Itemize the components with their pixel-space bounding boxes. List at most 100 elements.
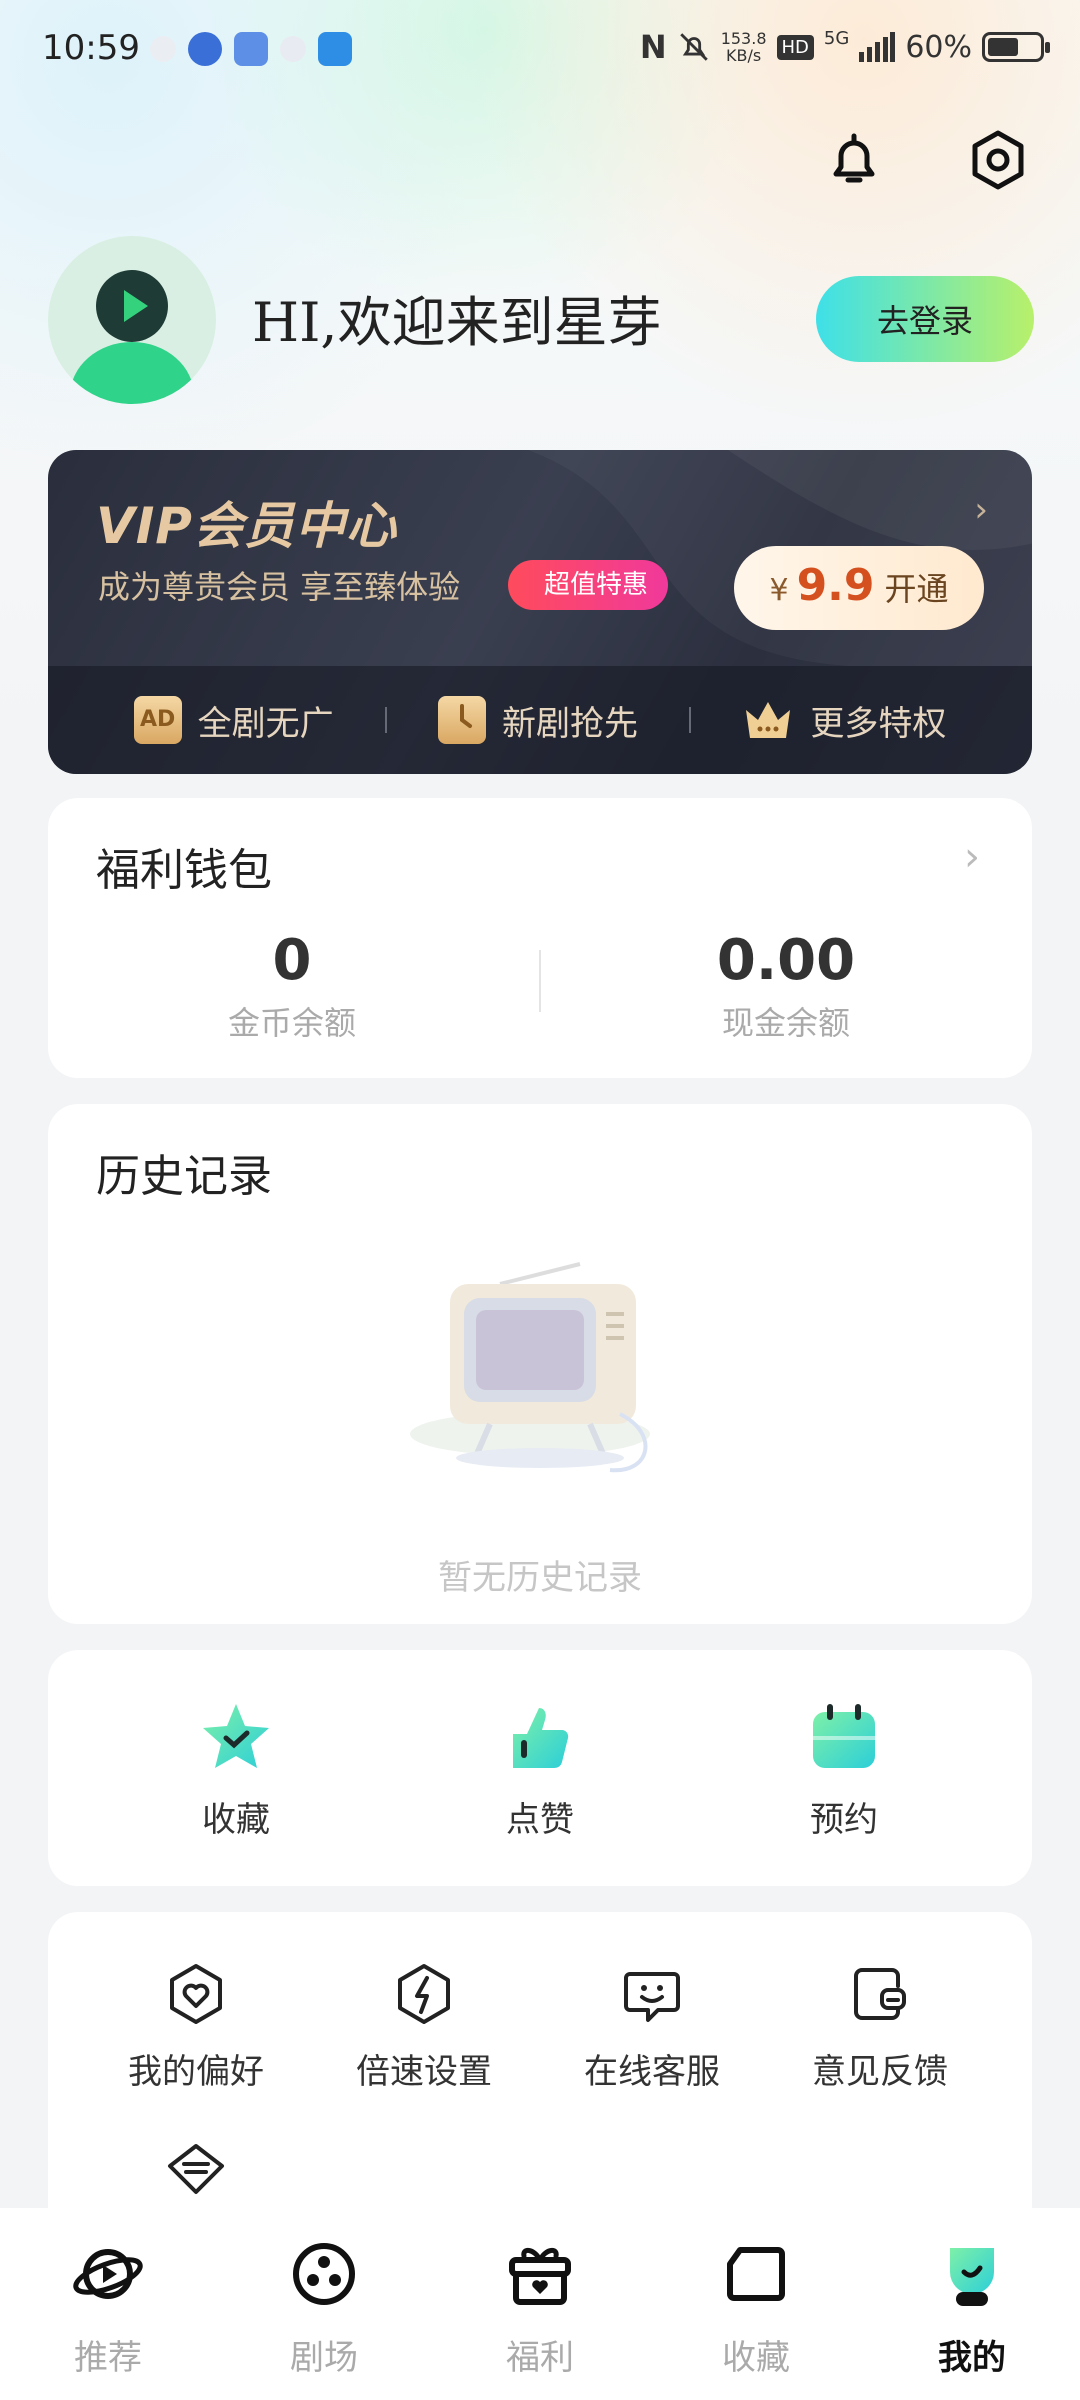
film-reel-icon xyxy=(293,2243,355,2305)
history-title: 历史记录 xyxy=(96,1151,272,1202)
notification-icons xyxy=(150,32,352,66)
empty-tv-illustration xyxy=(410,1262,650,1473)
cash-balance: 0.00 xyxy=(716,928,856,993)
status-indicators: N 153.8 KB/s HD 5G 60% xyxy=(639,28,1050,66)
calendar-icon xyxy=(813,1704,875,1768)
heart-shield-icon xyxy=(170,1964,222,2024)
feedback-button[interactable]: 意见反馈 xyxy=(770,1962,990,2093)
nav-tab-theater[interactable]: 剧场 xyxy=(244,2238,404,2379)
diamond-arrows-icon xyxy=(168,2144,224,2194)
crown-icon xyxy=(746,702,791,738)
avatar[interactable] xyxy=(48,236,216,404)
nav-tab-collection[interactable]: 收藏 xyxy=(676,2238,836,2379)
divider xyxy=(689,707,692,733)
favorites-button[interactable]: 收藏 xyxy=(136,1700,336,1841)
vip-feature[interactable]: 更多特权 xyxy=(742,696,946,745)
nav-tab-me[interactable]: 我的 xyxy=(892,2238,1052,2379)
app-notification-icon xyxy=(280,36,306,62)
nav-tab-rewards[interactable]: 福利 xyxy=(460,2238,620,2379)
wallet-card[interactable]: 福利钱包 › 0 金币余额 0.00 现金余额 xyxy=(48,798,1032,1078)
vip-price: 9.9 xyxy=(796,560,875,611)
likes-button[interactable]: 点赞 xyxy=(440,1700,640,1841)
login-button[interactable]: 去登录 xyxy=(816,276,1034,362)
battery-icon xyxy=(982,32,1050,62)
signal-icon xyxy=(859,32,896,62)
wallet-title: 福利钱包 xyxy=(96,845,272,896)
app-notification-icon xyxy=(234,32,268,66)
divider xyxy=(539,950,541,1012)
nfc-icon: N xyxy=(639,28,667,66)
customer-service-button[interactable]: 在线客服 xyxy=(542,1962,762,2093)
vip-open-button[interactable]: ¥ 9.9 开通 xyxy=(734,546,984,630)
nav-label: 推荐 xyxy=(74,2338,142,2378)
network-type: 5G xyxy=(823,28,850,49)
empty-history-text: 暂无历史记录 xyxy=(438,1558,642,1598)
ad-free-icon: AD xyxy=(133,696,182,744)
bell-muted-icon xyxy=(679,33,708,61)
preferences-button[interactable]: 我的偏好 xyxy=(86,1962,306,2093)
vip-features: AD 全剧无广 新剧抢先 更多特权 xyxy=(48,666,1032,774)
vip-promo-badge: 超值特惠 xyxy=(508,560,669,610)
coin-balance: 0 xyxy=(272,928,312,993)
vip-feature[interactable]: 新剧抢先 xyxy=(437,696,638,745)
net-speed-unit: KB/s xyxy=(725,46,762,65)
planet-icon xyxy=(73,2249,143,2299)
speed-icon xyxy=(398,1964,450,2024)
likes-label: 点赞 xyxy=(506,1800,574,1840)
nav-label: 收藏 xyxy=(722,2338,790,2378)
feedback-icon xyxy=(854,1968,906,2020)
vip-feature[interactable]: AD 全剧无广 xyxy=(133,696,334,745)
thumbs-up-icon xyxy=(513,1708,569,1768)
vip-card[interactable]: VIP会员中心 › 成为尊贵会员 享至臻体验 超值特惠 ¥ 9.9 开通 AD … xyxy=(48,450,1032,774)
settings-icon[interactable] xyxy=(966,128,1030,192)
net-speed: 153.8 KB/s xyxy=(721,30,767,64)
greeting-text: HI,欢迎来到星芽 xyxy=(252,291,662,354)
coin-balance-label: 金币余额 xyxy=(227,1004,356,1042)
more-tools-button[interactable] xyxy=(86,2138,306,2206)
vip-feature-label: 更多特权 xyxy=(810,703,947,744)
customer-service-label: 在线客服 xyxy=(584,2052,720,2092)
vip-open-label: 开通 xyxy=(884,570,949,608)
app-notification-icon xyxy=(318,32,352,66)
vip-title: VIP会员中心 xyxy=(96,497,397,555)
net-speed-value: 153.8 xyxy=(720,29,767,48)
bell-icon[interactable] xyxy=(822,128,886,192)
gift-icon xyxy=(509,2248,571,2305)
history-card: 历史记录 暂无历史记录 xyxy=(48,1104,1032,1624)
profile-icon xyxy=(950,2248,994,2306)
reservations-label: 预约 xyxy=(810,1800,878,1840)
vip-feature-label: 新剧抢先 xyxy=(501,703,638,744)
reservations-button[interactable]: 预约 xyxy=(744,1700,944,1841)
star-check-icon xyxy=(203,1704,269,1768)
playback-speed-label: 倍速设置 xyxy=(356,2052,492,2092)
nav-label: 剧场 xyxy=(290,2338,358,2378)
customer-service-icon xyxy=(624,1972,680,2022)
cash-balance-label: 现金余额 xyxy=(721,1004,850,1042)
favorites-label: 收藏 xyxy=(202,1800,270,1840)
status-bar: 10:59 N 153.8 KB/s HD 5G 60% xyxy=(0,0,1080,100)
nav-label: 福利 xyxy=(506,2338,574,2378)
playback-speed-button[interactable]: 倍速设置 xyxy=(314,1962,534,2093)
battery-fill xyxy=(988,38,1018,56)
feedback-label: 意见反馈 xyxy=(812,2052,948,2092)
vip-feature-label: 全剧无广 xyxy=(197,703,334,744)
quick-actions-card: 收藏 点赞 预约 xyxy=(48,1650,1032,1886)
default-avatar-icon xyxy=(70,270,194,404)
preferences-label: 我的偏好 xyxy=(128,2052,264,2092)
app-notification-icon xyxy=(188,32,222,66)
chevron-right-icon[interactable]: › xyxy=(964,834,980,880)
hd-badge: HD xyxy=(776,34,814,60)
nav-tab-recommend[interactable]: 推荐 xyxy=(28,2238,188,2379)
status-time: 10:59 xyxy=(42,28,140,68)
cloud-icon xyxy=(150,36,176,62)
vip-subtitle: 成为尊贵会员 享至臻体验 xyxy=(98,568,461,606)
chevron-right-icon[interactable]: › xyxy=(974,490,988,530)
bottom-nav: 推荐 剧场 福利 收藏 我的 xyxy=(0,2208,1080,2400)
tools-card: 我的偏好 倍速设置 在线客服 意见反馈 xyxy=(48,1912,1032,2252)
early-access-icon xyxy=(437,696,486,744)
nav-label: 我的 xyxy=(938,2338,1006,2378)
folder-icon xyxy=(727,2247,785,2301)
currency-symbol: ¥ xyxy=(769,573,789,608)
divider xyxy=(384,707,387,733)
battery-percent: 60% xyxy=(905,29,972,65)
